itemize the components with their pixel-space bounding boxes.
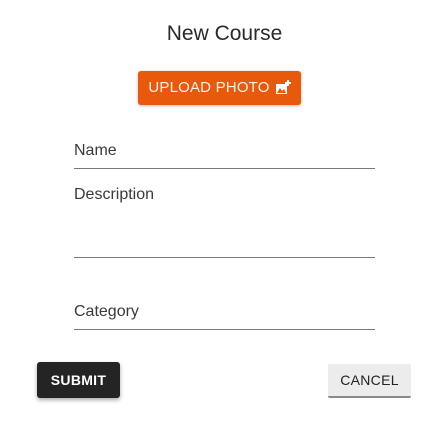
description-label: Description xyxy=(74,186,155,203)
submit-button[interactable]: SUBMIT xyxy=(37,362,120,398)
upload-photo-button[interactable]: UPLOAD PHOTO xyxy=(138,71,301,105)
category-input[interactable] xyxy=(74,307,375,330)
category-field: Category xyxy=(74,302,375,330)
add-photo-icon xyxy=(275,80,291,96)
description-input[interactable] xyxy=(74,235,375,258)
description-field: Description xyxy=(74,185,375,261)
name-field: Name xyxy=(74,141,375,169)
cancel-button[interactable]: CANCEL xyxy=(328,364,411,398)
form-title: New Course xyxy=(166,22,283,45)
upload-photo-label: UPLOAD PHOTO xyxy=(148,79,270,96)
name-input[interactable] xyxy=(74,146,375,169)
